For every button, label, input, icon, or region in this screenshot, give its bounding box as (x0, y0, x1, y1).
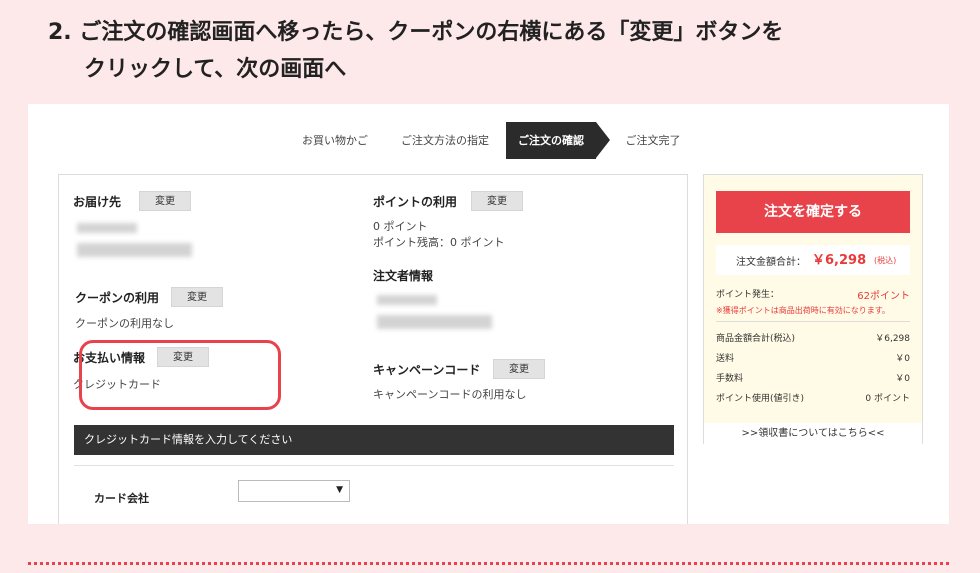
blurred-address-1 (77, 223, 137, 233)
total-tax-label: (税込) (874, 256, 897, 265)
summary-row-shipping: 送料 ￥0 (716, 351, 910, 364)
order-details-panel: お届け先 変更 クーポンの利用 変更 クーポンの利用なし お支払い情報 変更 ク… (58, 174, 688, 524)
checkout-screenshot: お買い物かご ご注文方法の指定 ご注文の確認 ご注文完了 お届け先 変更 クーポ… (28, 104, 949, 524)
summary-row-label: 手数料 (716, 374, 744, 384)
delivery-title: お届け先 (73, 195, 122, 209)
total-value: ￥6,298 (812, 253, 867, 268)
dotted-divider (28, 562, 949, 565)
step-order-method[interactable]: ご注文方法の指定 (390, 122, 500, 159)
summary-row-subtotal: 商品金額合計(税込) ￥6,298 (716, 331, 910, 344)
summary-divider (716, 321, 910, 322)
chevron-down-icon: ▼ (336, 485, 343, 495)
coupon-highlight-circle (79, 340, 281, 410)
summary-row-value: ￥0 (895, 374, 910, 384)
summary-row-label: 送料 (716, 354, 735, 364)
orderer-title: 注文者情報 (373, 269, 434, 283)
delivery-change-button[interactable]: 変更 (139, 191, 191, 211)
checkout-steps: お買い物かご ご注文方法の指定 ご注文の確認 ご注文完了 (28, 122, 949, 159)
campaign-value: キャンペーンコードの利用なし (373, 388, 527, 401)
card-info-bar: クレジットカード情報を入力してください (74, 425, 674, 455)
summary-row-label: ポイント使用(値引き) (716, 394, 805, 404)
campaign-title: キャンペーンコード (373, 363, 481, 377)
coupon-title: クーポンの利用 (75, 291, 160, 305)
confirm-order-button[interactable]: 注文を確定する (716, 191, 910, 233)
coupon-change-button[interactable]: 変更 (171, 287, 223, 307)
order-summary-panel: 注文を確定する 注文金額合計： ￥6,298 (税込) ポイント発生： 62ポイ… (703, 174, 923, 445)
blurred-address-2 (77, 243, 192, 257)
points-used: 0 ポイント (373, 220, 428, 233)
campaign-change-button[interactable]: 変更 (493, 359, 545, 379)
points-note: ※獲得ポイントは商品出荷時に有効になります。 (716, 306, 890, 315)
step-confirm-active: ご注文の確認 (506, 122, 610, 159)
points-change-button[interactable]: 変更 (471, 191, 523, 211)
summary-row-value: 0 ポイント (865, 394, 910, 404)
summary-row-value: ￥6,298 (875, 334, 910, 344)
card-company-label: カード会社 (94, 492, 149, 505)
points-balance: ポイント残高：0 ポイント (373, 236, 505, 249)
summary-row-points-used: ポイント使用(値引き) 0 ポイント (716, 391, 910, 404)
step-complete: ご注文完了 (625, 134, 681, 147)
instruction-text: 2. ご注文の確認画面へ移ったら、クーポンの右横にある「変更」ボタンを クリック… (48, 14, 948, 88)
summary-row-label: 商品金額合計(税込) (716, 334, 796, 344)
instruction-line-2: クリックして、次の画面へ (84, 57, 347, 82)
summary-row-fee: 手数料 ￥0 (716, 371, 910, 384)
points-earned-label: ポイント発生： (716, 290, 780, 300)
points-earned-row: ポイント発生： 62ポイント (716, 287, 910, 302)
card-company-select[interactable]: ▼ (238, 480, 350, 502)
coupon-value: クーポンの利用なし (75, 317, 174, 330)
points-title: ポイントの利用 (373, 195, 458, 209)
order-total-box: 注文金額合計： ￥6,298 (税込) (716, 245, 910, 275)
total-label: 注文金額合計： (736, 257, 806, 268)
blurred-orderer-2 (377, 315, 492, 329)
step-cart[interactable]: お買い物かご (290, 122, 380, 159)
summary-row-value: ￥0 (895, 354, 910, 364)
points-earned-value: 62ポイント (857, 291, 910, 302)
receipt-link[interactable]: >>領収書についてはこちら<< (704, 423, 922, 445)
blurred-orderer-1 (377, 295, 437, 305)
instruction-line-1: 2. ご注文の確認画面へ移ったら、クーポンの右横にある「変更」ボタンを (48, 20, 784, 45)
card-company-row: カード会社 ▼ (74, 465, 674, 524)
